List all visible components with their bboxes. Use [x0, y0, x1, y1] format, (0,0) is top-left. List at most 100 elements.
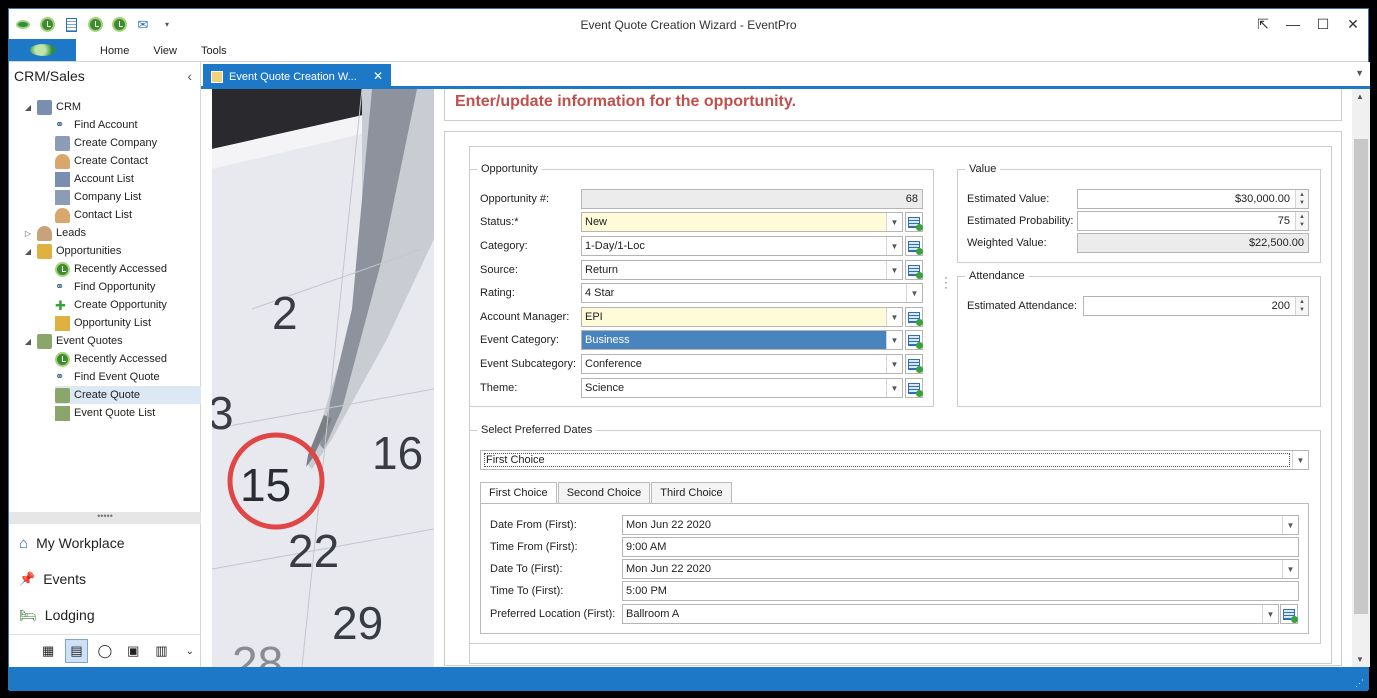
estimated-probability-field[interactable]: 75 ▲ ▼ [1077, 211, 1309, 231]
scrollbar-thumb[interactable] [1354, 139, 1368, 614]
tree-item-crm[interactable]: ◢ CRM [23, 98, 81, 116]
preferred-location-lookup-button[interactable] [1280, 604, 1298, 624]
event-category-select[interactable]: Business ▼ [581, 330, 903, 350]
tree-item-create-contact[interactable]: Create Contact [55, 152, 148, 170]
chevron-down-icon[interactable]: ▼ [886, 237, 902, 255]
tab-first-choice[interactable]: First Choice [480, 482, 557, 504]
tree-item-create-company[interactable]: Create Company [55, 134, 157, 152]
event-subcategory-select[interactable]: Conference ▼ [581, 354, 903, 374]
scroll-down-icon[interactable]: ▼ [1356, 655, 1364, 664]
tree-item-event-quote-list[interactable]: Event Quote List [55, 404, 155, 422]
collapse-panel-icon[interactable]: ‹ [187, 68, 192, 84]
scroll-up-icon[interactable]: ▲ [1356, 92, 1364, 101]
tree-item-find-event-quote[interactable]: ⚭ Find Event Quote [55, 368, 160, 386]
chevron-down-icon[interactable]: ▼ [886, 379, 902, 397]
panel-splitter[interactable]: ••••• [9, 512, 201, 524]
minimize-button[interactable]: — [1278, 9, 1308, 39]
close-button[interactable]: ✕ [1338, 9, 1368, 39]
chevron-down-icon[interactable]: ▼ [886, 331, 902, 349]
tree-item-create-quote[interactable]: Create Quote [55, 386, 201, 404]
chevron-down-icon[interactable]: ▼ [1262, 605, 1278, 623]
venue-icon[interactable]: ▦ [37, 639, 59, 663]
tree-item-account-list[interactable]: Account List [55, 170, 134, 188]
category-lookup-button[interactable] [905, 236, 923, 256]
tree-item-recently-accessed-quotes[interactable]: Recently Accessed [55, 350, 167, 368]
eventpro-logo-icon[interactable] [15, 17, 31, 33]
tree-item-recently-accessed[interactable]: Recently Accessed [55, 260, 167, 278]
tree-item-find-opportunity[interactable]: ⚭ Find Opportunity [55, 278, 155, 296]
tree-item-contact-list[interactable]: Contact List [55, 206, 132, 224]
account-manager-lookup-button[interactable] [905, 307, 923, 327]
event-category-lookup-button[interactable] [905, 330, 923, 350]
nav-events[interactable]: 📌 Events [19, 566, 86, 592]
document-icon[interactable] [63, 17, 79, 33]
crm-sales-icon[interactable]: ▤ [65, 639, 88, 663]
date-from-field[interactable]: Mon Jun 22 2020 ▼ [622, 515, 1299, 535]
account-manager-select[interactable]: EPI ▼ [581, 307, 903, 327]
document-tab-event-quote-wizard[interactable]: Event Quote Creation W... ✕ [203, 64, 391, 89]
tree-item-company-list[interactable]: Company List [55, 188, 141, 206]
mail-icon[interactable]: ✉ [135, 17, 151, 33]
spinner-arrows-icon[interactable]: ▲ ▼ [1295, 190, 1308, 208]
source-select[interactable]: Return ▼ [581, 260, 903, 280]
tree-item-event-quotes[interactable]: ◢ Event Quotes [23, 332, 123, 350]
calculator-icon[interactable]: ▥ [150, 639, 172, 663]
chevron-down-icon[interactable]: ▼ [886, 261, 902, 279]
chevron-down-icon[interactable]: ▼ [886, 355, 902, 373]
chevron-down-icon[interactable]: ▼ [1282, 560, 1298, 578]
chevron-down-icon[interactable]: ▼ [886, 308, 902, 326]
recent-clock-icon-3[interactable] [111, 17, 127, 33]
chevron-down-icon[interactable]: ▼ [1292, 451, 1308, 469]
restore-ribbon-icon[interactable]: ⇱ [1248, 9, 1278, 39]
rating-select[interactable]: 4 Star ▼ [581, 283, 923, 303]
theme-select[interactable]: Science ▼ [581, 378, 903, 398]
tab-list-dropdown-icon[interactable]: ▼ [1355, 68, 1364, 78]
nav-lodging[interactable]: 🛏 Lodging [19, 602, 95, 628]
customize-dropdown-icon[interactable]: ▾ [159, 17, 175, 33]
source-lookup-button[interactable] [905, 260, 923, 280]
estimated-value-field[interactable]: $30,000.00 ▲ ▼ [1077, 189, 1309, 209]
nav-my-workplace[interactable]: ⌂ My Workplace [19, 530, 125, 556]
tab-third-choice[interactable]: Third Choice [651, 482, 732, 504]
collapse-arrow-icon[interactable]: ◢ [23, 103, 33, 112]
chevron-down-icon[interactable]: ▼ [886, 213, 902, 231]
time-from-field[interactable]: 9:00 AM [622, 537, 1299, 557]
date-to-field[interactable]: Mon Jun 22 2020 ▼ [622, 559, 1299, 579]
spinner-arrows-icon[interactable]: ▲ ▼ [1295, 212, 1308, 230]
estimated-attendance-field[interactable]: 200 ▲ ▼ [1083, 296, 1309, 316]
close-tab-icon[interactable]: ✕ [373, 69, 383, 83]
expand-arrow-icon[interactable]: ▷ [23, 229, 33, 238]
splitter-grip-icon[interactable]: · · · [944, 271, 948, 293]
tree-item-opportunities[interactable]: ◢ Opportunities [23, 242, 121, 260]
spinner-arrows-icon[interactable]: ▲ ▼ [1295, 297, 1308, 315]
tree-item-leads[interactable]: ▷ Leads [23, 224, 86, 242]
tree-item-find-account[interactable]: ⚭ Find Account [55, 116, 138, 134]
recent-clock-icon[interactable] [39, 17, 55, 33]
more-chevron-icon[interactable]: ⌄ [179, 639, 201, 663]
application-menu-button[interactable] [9, 39, 76, 61]
vertical-scrollbar[interactable]: ▲ ▼ [1352, 89, 1370, 667]
time-to-field[interactable]: 5:00 PM [622, 581, 1299, 601]
maximize-button[interactable]: ☐ [1308, 9, 1338, 39]
collapse-arrow-icon[interactable]: ◢ [23, 337, 33, 346]
tab-second-choice[interactable]: Second Choice [557, 482, 651, 504]
status-lookup-button[interactable] [905, 212, 923, 232]
choice-select[interactable]: First Choice ▼ [480, 450, 1309, 470]
chevron-down-icon[interactable]: ▼ [1282, 516, 1298, 534]
event-subcategory-lookup-button[interactable] [905, 354, 923, 374]
chevron-down-icon[interactable]: ▼ [906, 284, 922, 302]
tree-item-create-opportunity[interactable]: ✚ Create Opportunity [55, 296, 167, 314]
theme-lookup-button[interactable] [905, 378, 923, 398]
ribbon-tab-home[interactable]: Home [88, 45, 141, 61]
status-select[interactable]: New ▼ [581, 212, 903, 232]
resize-grip-icon[interactable]: ⋰ [1355, 678, 1364, 689]
collapse-arrow-icon[interactable]: ◢ [23, 247, 33, 256]
preferred-location-select[interactable]: Ballroom A ▼ [622, 604, 1279, 624]
tree-item-opportunity-list[interactable]: Opportunity List [55, 314, 151, 332]
clipboard-icon[interactable]: ▣ [122, 639, 144, 663]
recent-clock-icon-2[interactable] [87, 17, 103, 33]
category-select[interactable]: 1-Day/1-Loc ▼ [581, 236, 903, 256]
chat-bubble-icon[interactable]: ◯ [94, 639, 116, 663]
ribbon-tab-view[interactable]: View [141, 45, 189, 61]
ribbon-tab-tools[interactable]: Tools [189, 45, 239, 61]
